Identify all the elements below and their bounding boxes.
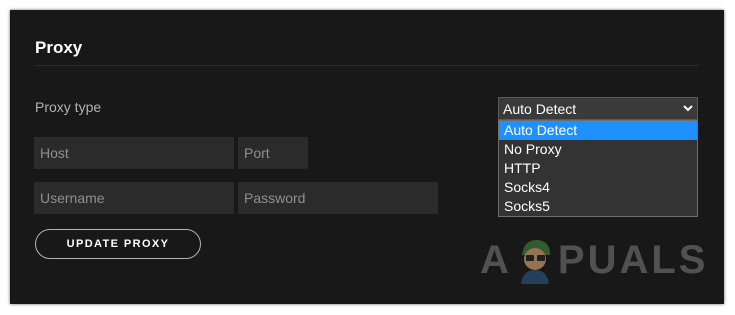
watermark-text-left: A bbox=[480, 237, 512, 282]
option-no-proxy[interactable]: No Proxy bbox=[499, 140, 697, 159]
port-input[interactable]: Port bbox=[238, 137, 308, 169]
host-input[interactable]: Host bbox=[34, 137, 234, 169]
proxy-type-label: Proxy type bbox=[35, 99, 102, 115]
watermark-text-right: PUALS bbox=[557, 237, 709, 282]
divider bbox=[35, 65, 699, 66]
option-auto-detect[interactable]: Auto Detect bbox=[499, 121, 697, 140]
port-placeholder: Port bbox=[244, 145, 270, 161]
host-placeholder: Host bbox=[40, 145, 69, 161]
username-placeholder: Username bbox=[40, 190, 105, 206]
section-title: Proxy bbox=[35, 38, 83, 57]
appuals-watermark: A PUALS bbox=[480, 230, 705, 290]
update-proxy-button[interactable]: UPDATE PROXY bbox=[35, 229, 201, 259]
proxy-type-selected-value: Auto Detect bbox=[503, 100, 577, 117]
mascot-icon bbox=[514, 235, 556, 285]
proxy-type-select[interactable]: Auto Detect bbox=[498, 97, 698, 120]
username-input[interactable]: Username bbox=[34, 182, 234, 214]
option-socks5[interactable]: Socks5 bbox=[499, 197, 697, 216]
option-socks4[interactable]: Socks4 bbox=[499, 178, 697, 197]
chevron-down-icon bbox=[683, 104, 693, 114]
proxy-type-dropdown: Auto Detect No Proxy HTTP Socks4 Socks5 bbox=[498, 120, 698, 217]
password-input[interactable]: Password bbox=[238, 182, 438, 214]
proxy-settings-panel: Proxy Proxy type Host Port Username Pass… bbox=[10, 10, 724, 304]
password-placeholder: Password bbox=[244, 190, 306, 206]
option-http[interactable]: HTTP bbox=[499, 159, 697, 178]
